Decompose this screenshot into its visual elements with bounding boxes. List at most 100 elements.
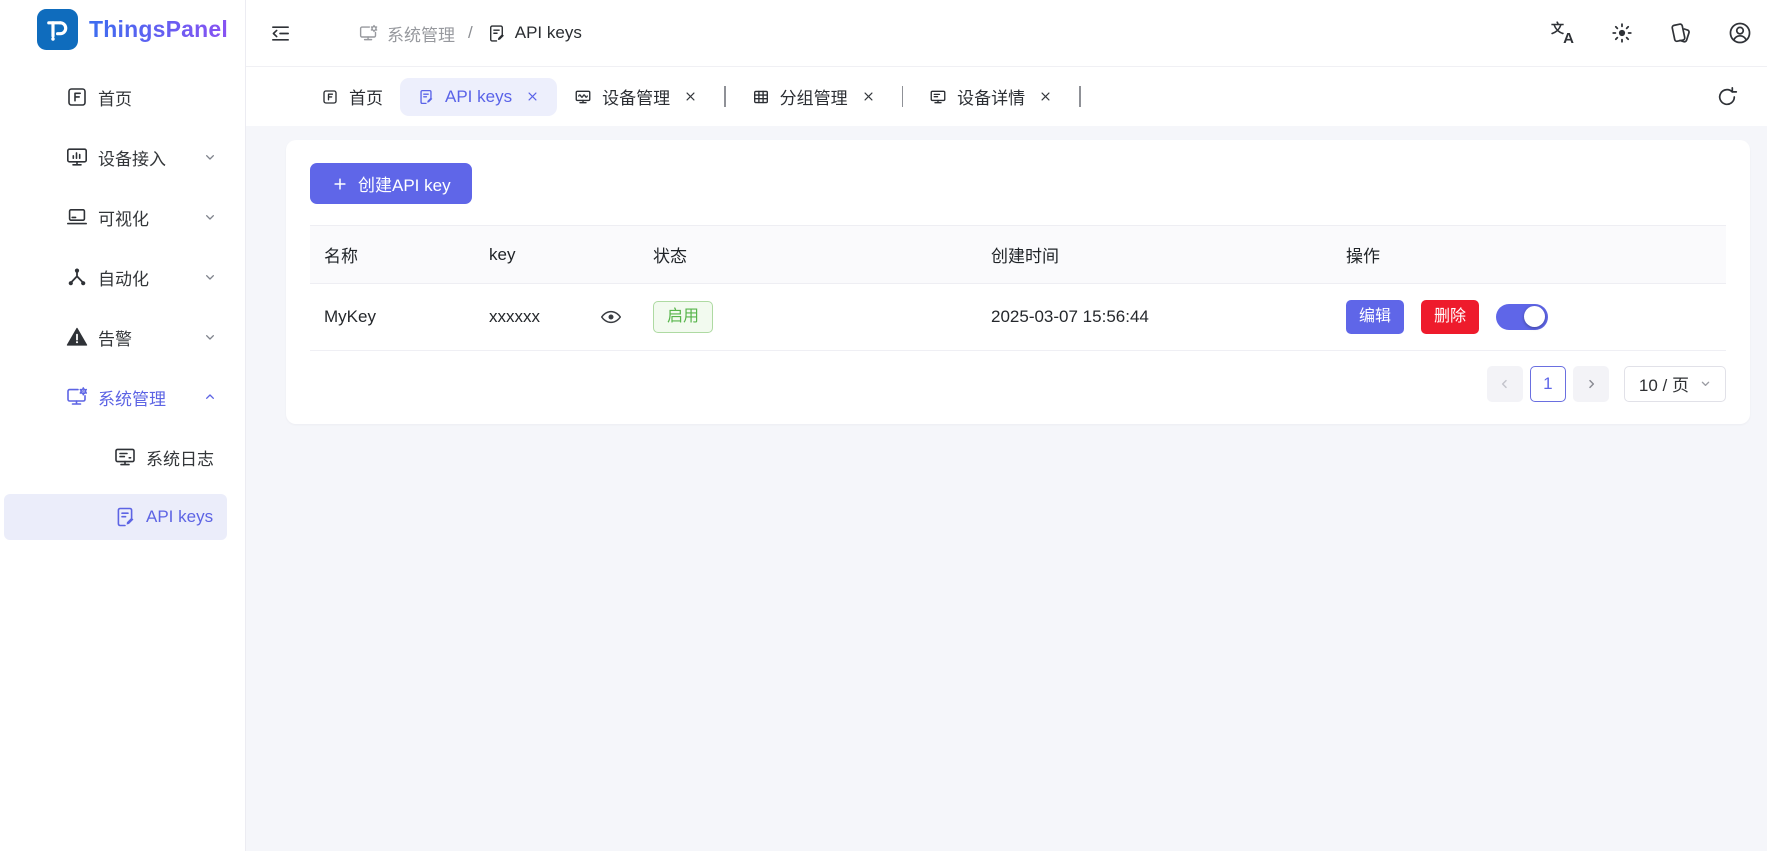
refresh-button[interactable]	[1711, 81, 1743, 113]
breadcrumb-separator: /	[468, 23, 473, 43]
home-icon	[65, 85, 89, 109]
edit-button[interactable]: 编辑	[1346, 300, 1404, 334]
alarm-icon	[65, 325, 89, 349]
column-header-status: 状态	[639, 226, 977, 284]
language-button[interactable]: 文A	[1550, 20, 1576, 46]
cell-status: 启用	[639, 284, 977, 351]
device-access-icon	[65, 145, 89, 169]
chevron-right-icon	[1583, 376, 1599, 392]
tab-label: 分组管理	[780, 84, 848, 109]
grid-icon	[752, 88, 770, 106]
topbar-actions: 文A	[1550, 20, 1753, 46]
tab-group-management[interactable]: 分组管理	[735, 78, 893, 116]
close-icon[interactable]	[683, 89, 698, 104]
tab-divider	[724, 86, 726, 107]
cell-key: xxxxxx	[475, 284, 639, 351]
plus-icon	[331, 175, 349, 193]
sidebar-item-label: 告警	[98, 325, 132, 350]
api-keys-icon	[417, 88, 435, 106]
avatar-icon	[1727, 20, 1753, 46]
tab-label: API keys	[445, 87, 512, 107]
logo-text: ThingsPanel	[89, 16, 228, 43]
user-menu-button[interactable]	[1727, 20, 1753, 46]
sidebar-item-visualization[interactable]: 可视化	[4, 194, 227, 240]
eye-icon	[599, 305, 623, 329]
monitor-icon	[929, 88, 947, 106]
breadcrumb: 系统管理 / API keys	[358, 21, 582, 46]
close-icon[interactable]	[1038, 89, 1053, 104]
sidebar-item-home[interactable]: 首页	[4, 74, 227, 120]
create-api-key-button[interactable]: 创建API key	[310, 163, 472, 204]
api-keys-card: 创建API key 名称 key 状态 创建时间 操作	[286, 140, 1750, 424]
chevron-down-icon	[202, 209, 218, 225]
tabbar: 首页 API keys 设备管理	[246, 67, 1767, 126]
menu-fold-icon	[269, 22, 292, 45]
system-management-submenu: 系统日志 API keys	[0, 434, 245, 540]
close-icon[interactable]	[525, 89, 540, 104]
previous-page-button[interactable]	[1487, 366, 1523, 402]
sidebar-item-label: 系统管理	[98, 385, 166, 410]
automation-icon	[65, 265, 89, 289]
system-log-icon	[113, 445, 137, 469]
system-management-icon	[65, 385, 89, 409]
chevron-down-icon	[1698, 376, 1713, 391]
breadcrumb-label: API keys	[515, 23, 582, 43]
topbar: 系统管理 / API keys 文A	[246, 0, 1767, 67]
table-header-row: 名称 key 状态 创建时间 操作	[310, 226, 1726, 284]
translate-icon: 文A	[1551, 21, 1575, 45]
api-keys-table: 名称 key 状态 创建时间 操作 MyKey xxxxxx	[310, 225, 1726, 351]
sidebar-item-device-access[interactable]: 设备接入	[4, 134, 227, 180]
sidebar: ThingsPanel 首页 设备接入	[0, 0, 246, 851]
refresh-icon	[1715, 85, 1739, 109]
chevron-left-icon	[1497, 376, 1513, 392]
cell-created-at: 2025-03-07 15:56:44	[977, 284, 1332, 351]
app-root: ThingsPanel 首页 设备接入	[0, 0, 1767, 851]
tab-api-keys[interactable]: API keys	[400, 78, 557, 116]
tab-device-detail[interactable]: 设备详情	[912, 78, 1070, 116]
column-header-created-at: 创建时间	[977, 226, 1332, 284]
reveal-key-button[interactable]	[599, 305, 623, 329]
sidebar-item-label: 首页	[98, 85, 132, 110]
enable-toggle[interactable]	[1496, 304, 1548, 330]
tab-label: 首页	[349, 84, 383, 109]
chevron-down-icon	[202, 149, 218, 165]
page-number-button[interactable]: 1	[1530, 366, 1566, 402]
tab-label: 设备管理	[602, 84, 670, 109]
sidebar-item-system-management[interactable]: 系统管理	[4, 374, 227, 420]
page-size-value: 10 / 页	[1639, 371, 1689, 396]
logo[interactable]: ThingsPanel	[0, 0, 245, 58]
sidebar-item-automation[interactable]: 自动化	[4, 254, 227, 300]
tab-divider	[1079, 86, 1081, 107]
theme-mode-button[interactable]	[1609, 20, 1635, 46]
cell-actions: 编辑 删除	[1332, 284, 1726, 351]
content-area: 创建API key 名称 key 状态 创建时间 操作	[246, 126, 1767, 851]
tab-home[interactable]: 首页	[304, 78, 400, 116]
sidebar-item-api-keys[interactable]: API keys	[4, 494, 227, 540]
home-icon	[321, 88, 339, 106]
sidebar-item-label: 自动化	[98, 265, 149, 290]
close-icon[interactable]	[861, 89, 876, 104]
sidebar-item-label: 系统日志	[146, 445, 214, 470]
column-header-name: 名称	[310, 226, 475, 284]
sun-icon	[1610, 21, 1634, 45]
sidebar-item-alarm[interactable]: 告警	[4, 314, 227, 360]
cell-name: MyKey	[310, 284, 475, 351]
next-page-button[interactable]	[1573, 366, 1609, 402]
api-keys-icon	[486, 23, 507, 44]
theme-color-button[interactable]	[1668, 20, 1694, 46]
sidebar-item-system-log[interactable]: 系统日志	[4, 434, 227, 480]
toggle-knob	[1524, 306, 1545, 327]
collapse-sidebar-button[interactable]	[258, 11, 302, 55]
tab-device-management[interactable]: 设备管理	[557, 78, 715, 116]
breadcrumb-label: 系统管理	[387, 21, 455, 46]
delete-button[interactable]: 删除	[1421, 300, 1479, 334]
visualization-icon	[65, 205, 89, 229]
pagination: 1 10 / 页	[310, 366, 1726, 402]
breadcrumb-item-api-keys[interactable]: API keys	[486, 23, 582, 44]
chevron-up-icon	[202, 389, 218, 405]
system-management-icon	[358, 23, 379, 44]
right-pane: 系统管理 / API keys 文A	[246, 0, 1767, 851]
create-api-key-label: 创建API key	[358, 171, 451, 196]
breadcrumb-item-system-management[interactable]: 系统管理	[358, 21, 455, 46]
page-size-select[interactable]: 10 / 页	[1624, 366, 1726, 402]
